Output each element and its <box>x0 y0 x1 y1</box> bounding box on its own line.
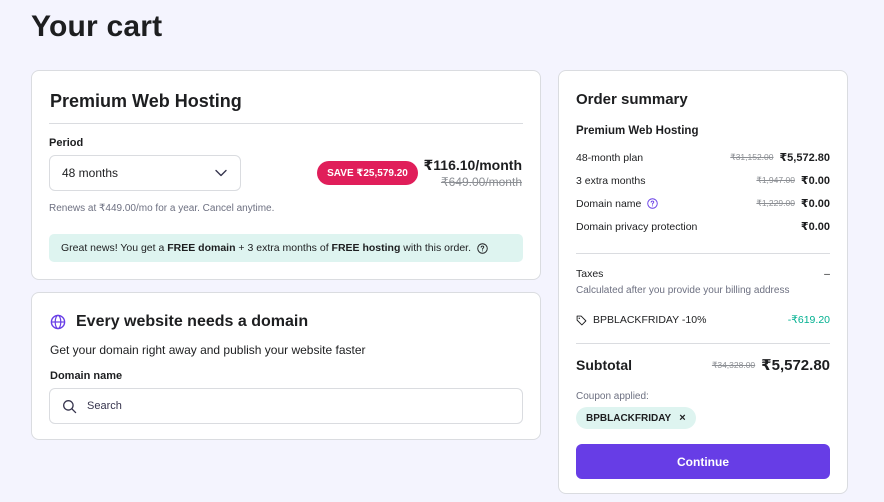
coupon-discount-value: -₹619.20 <box>787 314 830 326</box>
help-icon[interactable] <box>647 198 659 209</box>
summary-line: 3 extra months ₹1,947.00 ₹0.00 <box>576 174 830 188</box>
help-icon[interactable] <box>477 242 488 254</box>
globe-icon <box>50 314 66 330</box>
line-old-price: ₹1,229.00 <box>756 198 795 208</box>
line-price: ₹0.00 <box>800 221 830 233</box>
line-label: 3 extra months <box>576 174 646 187</box>
domain-title: Every website needs a domain <box>76 313 309 330</box>
price-per-month: ₹116.10/month <box>423 157 522 173</box>
page-title: Your cart <box>31 10 163 43</box>
domain-subtitle: Get your domain right away and publish y… <box>50 343 366 357</box>
summary-line: Domain name ₹1,229.00 ₹0.00 <box>576 197 830 211</box>
line-label: Domain name <box>576 197 642 210</box>
taxes-value: – <box>824 268 830 280</box>
divider <box>49 123 523 124</box>
line-label: 48-month plan <box>576 151 644 164</box>
summary-product-name: Premium Web Hosting <box>576 125 699 137</box>
renewal-note: Renews at ₹449.00/mo for a year. Cancel … <box>49 203 275 214</box>
summary-line: Domain privacy protection ₹0.00 <box>576 220 830 234</box>
order-summary-card: Order summary Premium Web Hosting 48-mon… <box>558 70 848 494</box>
period-value: 48 months <box>62 166 119 180</box>
search-icon <box>63 399 77 413</box>
hosting-title: Premium Web Hosting <box>50 91 242 111</box>
line-old-price: ₹31,152.00 <box>730 152 774 162</box>
banner-text: Great news! You get a FREE domain + 3 ex… <box>61 242 471 254</box>
coupon-applied-label: Coupon applied: <box>576 391 649 402</box>
subtotal-label: Subtotal <box>576 357 632 373</box>
coupon-applied-row: Coupon applied: <box>576 391 830 402</box>
taxes-label: Taxes <box>576 268 604 280</box>
domain-name-label: Domain name <box>50 370 123 382</box>
period-label: Period <box>49 137 84 149</box>
domain-heading: Every website needs a domain <box>50 313 308 331</box>
domain-search-field[interactable] <box>49 388 523 424</box>
summary-line: 48-month plan ₹31,152.00 ₹5,572.80 <box>576 151 830 165</box>
line-price: ₹5,572.80 <box>779 152 830 164</box>
line-price: ₹0.00 <box>800 198 830 210</box>
chevron-down-icon <box>215 169 227 177</box>
subtotal-row: Subtotal ₹34,328.00 ₹5,572.80 <box>576 356 830 374</box>
line-label: Domain privacy protection <box>576 220 698 233</box>
coupon-code: BPBLACKFRIDAY <box>586 412 672 424</box>
period-select[interactable]: 48 months <box>49 155 241 191</box>
coupon-discount-row: BPBLACKFRIDAY -10% -₹619.20 <box>576 314 830 326</box>
coupon-chip: BPBLACKFRIDAY × <box>576 407 696 429</box>
domain-card: Every website needs a domain Get your do… <box>31 292 541 440</box>
tag-icon <box>576 315 587 325</box>
taxes-note: Calculated after you provide your billin… <box>576 285 790 296</box>
taxes-note-row: Calculated after you provide your billin… <box>576 285 830 296</box>
line-old-price: ₹1,947.00 <box>756 175 795 185</box>
save-badge: SAVE ₹25,579.20 <box>317 161 418 185</box>
remove-coupon-button[interactable]: × <box>679 412 685 424</box>
domain-search-input[interactable] <box>87 400 510 412</box>
taxes-row: Taxes – <box>576 268 830 280</box>
subtotal-old-price: ₹34,328.00 <box>711 359 756 370</box>
old-price: ₹649.00/month <box>440 175 522 189</box>
order-summary-title: Order summary <box>576 91 688 108</box>
divider <box>576 253 830 254</box>
divider <box>576 343 830 344</box>
coupon-line-label: BPBLACKFRIDAY -10% <box>593 314 707 326</box>
line-price: ₹0.00 <box>800 175 830 187</box>
subtotal-value: ₹5,572.80 <box>761 357 830 374</box>
free-domain-banner: Great news! You get a FREE domain + 3 ex… <box>49 234 523 262</box>
hosting-card: Premium Web Hosting Period 48 months SAV… <box>31 70 541 280</box>
continue-button[interactable]: Continue <box>576 444 830 479</box>
